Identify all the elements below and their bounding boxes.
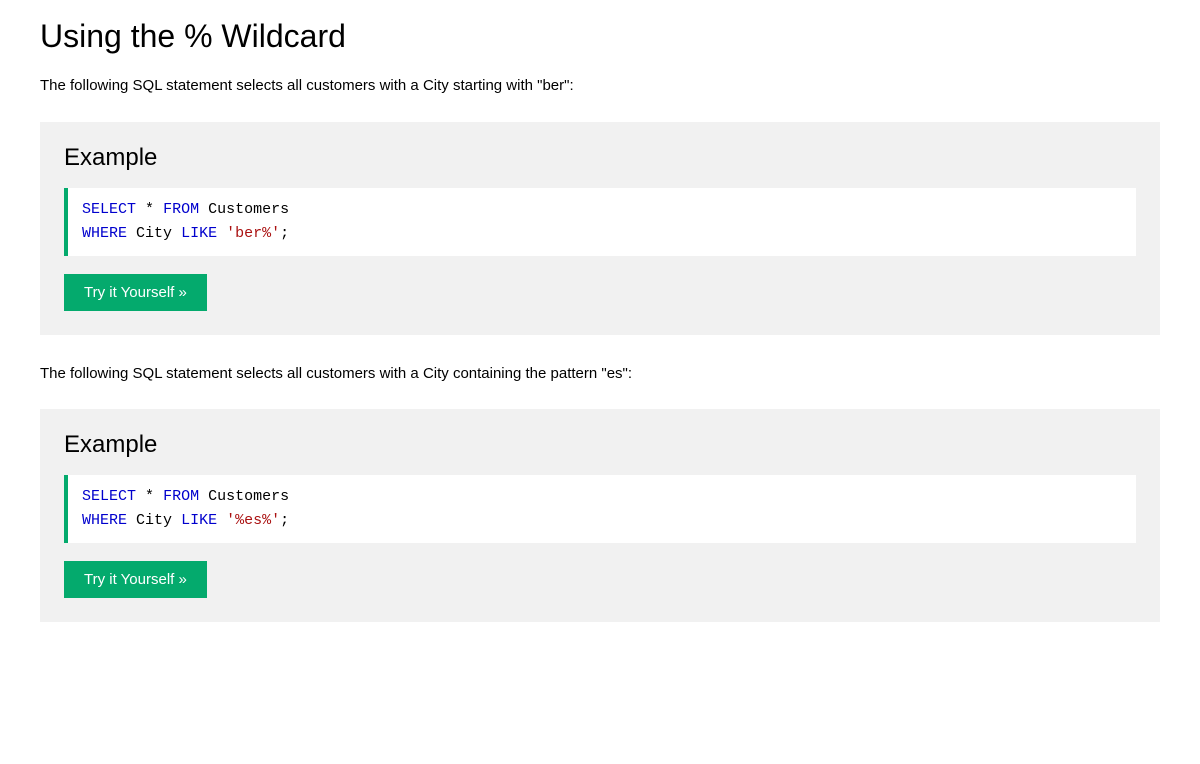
sql-star: * [145, 201, 154, 218]
try-it-yourself-button-1[interactable]: Try it Yourself » [64, 274, 207, 311]
sql-keyword-select: SELECT [82, 201, 136, 218]
code-block-2: SELECT * FROM Customers WHERE City LIKE … [64, 475, 1136, 543]
sql-keyword-where: WHERE [82, 512, 127, 529]
sql-semicolon: ; [280, 225, 289, 242]
sql-ident-city: City [136, 225, 172, 242]
example-box-1: Example SELECT * FROM Customers WHERE Ci… [40, 122, 1160, 335]
intro-paragraph-2: The following SQL statement selects all … [40, 363, 1160, 386]
example-heading-2: Example [64, 431, 1136, 459]
sql-keyword-like: LIKE [181, 512, 217, 529]
sql-string-1: 'ber%' [226, 225, 280, 242]
example-box-2: Example SELECT * FROM Customers WHERE Ci… [40, 409, 1160, 622]
sql-semicolon: ; [280, 512, 289, 529]
code-block-1: SELECT * FROM Customers WHERE City LIKE … [64, 188, 1136, 256]
try-it-yourself-button-2[interactable]: Try it Yourself » [64, 561, 207, 598]
intro-paragraph-1: The following SQL statement selects all … [40, 75, 1160, 98]
example-heading-1: Example [64, 144, 1136, 172]
sql-keyword-select: SELECT [82, 488, 136, 505]
sql-ident-city: City [136, 512, 172, 529]
sql-ident-customers: Customers [208, 488, 289, 505]
sql-star: * [145, 488, 154, 505]
sql-ident-customers: Customers [208, 201, 289, 218]
page-title: Using the % Wildcard [40, 18, 1160, 55]
sql-keyword-from: FROM [163, 488, 199, 505]
sql-keyword-from: FROM [163, 201, 199, 218]
sql-keyword-where: WHERE [82, 225, 127, 242]
sql-string-2: '%es%' [226, 512, 280, 529]
sql-keyword-like: LIKE [181, 225, 217, 242]
